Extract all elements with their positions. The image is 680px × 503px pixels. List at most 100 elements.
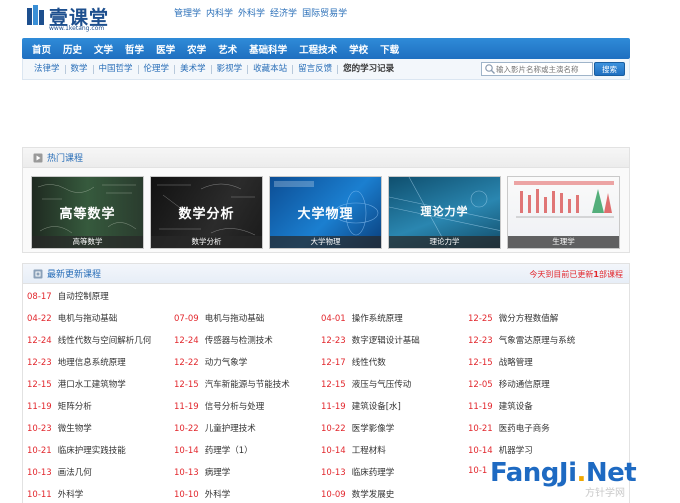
course-title: 液压与气压传动 <box>351 380 412 390</box>
course-item[interactable]: 12-25 微分方程数值解 <box>468 312 615 334</box>
hot-course-card[interactable]: 理论力学 理论力学 <box>388 176 501 249</box>
course-item[interactable]: 07-09 电机与拖动基础 <box>174 312 321 334</box>
top-link-international-trade[interactable]: 国际贸易学 <box>302 6 347 19</box>
main-nav: 首页 历史 文学 哲学 医学 农学 艺术 基础科学 工程技术 学校 下载 <box>22 38 630 59</box>
course-item[interactable]: 12-15 汽车新能源与节能技术 <box>174 378 321 400</box>
course-title: 病理学 <box>204 468 231 478</box>
course-title: 数字逻辑设计基础 <box>351 336 420 346</box>
subnav-law[interactable]: 法律学 <box>29 64 66 74</box>
course-date: 10-14 <box>468 446 493 456</box>
course-item[interactable]: 10-22 儿童护理技术 <box>174 422 321 444</box>
subnav-bookmark[interactable]: 收藏本站 <box>248 64 294 74</box>
course-item[interactable]: 10-14 工程材料 <box>321 444 468 466</box>
course-title: 电机与拖动基础 <box>57 314 118 324</box>
nav-download[interactable]: 下载 <box>374 42 405 56</box>
subnav-math[interactable]: 数学 <box>66 64 94 74</box>
latest-featured-item[interactable]: 08-17 自动控制原理 <box>27 290 109 302</box>
course-item[interactable]: 11-19 建筑设备[水] <box>321 400 468 422</box>
course-title: 操作系统原理 <box>351 314 403 324</box>
course-item[interactable]: 12-05 移动通信原理 <box>468 378 615 400</box>
course-item[interactable]: 10-10 外科学 <box>174 488 321 503</box>
course-item[interactable]: 12-15 港口水工建筑物学 <box>27 378 174 400</box>
course-item[interactable]: 10-22 医学影像学 <box>321 422 468 444</box>
hot-courses-title[interactable]: 热门课程 <box>47 151 83 164</box>
hot-course-card[interactable]: 高等数学 高等数学 <box>31 176 144 249</box>
course-item[interactable]: 10-13 画法几何 <box>27 466 174 488</box>
nav-history[interactable]: 历史 <box>57 42 88 56</box>
course-item[interactable]: 10-21 临床护理实践技能 <box>27 444 174 466</box>
hot-course-image-title: 大学物理 <box>297 207 354 222</box>
course-item[interactable]: 12-24 传感器与检测技术 <box>174 334 321 356</box>
course-date: 10-13 <box>321 468 346 478</box>
course-item[interactable]: 10-09 数学发展史 <box>321 488 468 503</box>
search-input[interactable] <box>496 64 592 74</box>
course-date: 11-19 <box>27 402 52 412</box>
logo-book-icon <box>27 5 44 25</box>
subnav-feedback[interactable]: 留言反馈 <box>293 64 339 74</box>
course-item[interactable]: 12-23 气象雷达原理与系统 <box>468 334 615 356</box>
course-item[interactable]: 12-17 线性代数 <box>321 356 468 378</box>
nav-schools[interactable]: 学校 <box>343 42 374 56</box>
course-item[interactable]: 10-14 药理学（1） <box>174 444 321 466</box>
search-button[interactable]: 搜索 <box>594 62 625 76</box>
subnav-ethics[interactable]: 伦理学 <box>139 64 176 74</box>
course-item[interactable]: 11-19 建筑设备 <box>468 400 615 422</box>
hot-course-card[interactable]: 数学分析 数学分析 <box>150 176 263 249</box>
subnav-chinese-philosophy[interactable]: 中国哲学 <box>94 64 139 74</box>
course-date: 10-14 <box>174 446 199 456</box>
course-title: 信号分析与处理 <box>204 402 265 412</box>
course-item[interactable]: 12-23 数字逻辑设计基础 <box>321 334 468 356</box>
nav-literature[interactable]: 文学 <box>88 42 119 56</box>
course-item[interactable]: 12-23 地理信息系统原理 <box>27 356 174 378</box>
course-date: 10-22 <box>321 424 346 434</box>
course-item[interactable]: 12-22 动力气象学 <box>174 356 321 378</box>
nav-art[interactable]: 艺术 <box>212 42 243 56</box>
course-item[interactable]: 10-13 临床药理学 <box>321 466 468 488</box>
course-title: 数学发展史 <box>351 490 395 500</box>
course-date: 10-11 <box>27 490 52 500</box>
course-item[interactable]: 10-13 病理学 <box>174 466 321 488</box>
course-item[interactable]: 11-19 信号分析与处理 <box>174 400 321 422</box>
logo-url: www.1ketang.com <box>49 25 105 32</box>
course-date: 04-22 <box>27 314 52 324</box>
top-link-internal-medicine[interactable]: 内科学 <box>206 6 233 19</box>
nav-home[interactable]: 首页 <box>26 42 57 56</box>
hot-course-card[interactable]: 生理学 <box>507 176 620 249</box>
course-date: 10-21 <box>468 424 493 434</box>
hot-course-caption: 生理学 <box>508 236 619 248</box>
nav-basic-science[interactable]: 基础科学 <box>243 42 293 56</box>
watermark-text-a: FangJi <box>490 458 577 488</box>
subnav-film[interactable]: 影视学 <box>212 64 249 74</box>
top-link-surgery[interactable]: 外科学 <box>238 6 265 19</box>
nav-agriculture[interactable]: 农学 <box>181 42 212 56</box>
course-item[interactable]: 11-19 矩阵分析 <box>27 400 174 422</box>
top-link-economics[interactable]: 经济学 <box>270 6 297 19</box>
nav-engineering[interactable]: 工程技术 <box>293 42 343 56</box>
nav-medicine[interactable]: 医学 <box>150 42 181 56</box>
course-item[interactable]: 10-23 微生物学 <box>27 422 174 444</box>
nav-philosophy[interactable]: 哲学 <box>119 42 150 56</box>
hot-courses-header: 热门课程 <box>23 148 629 168</box>
course-title: 工程材料 <box>351 446 386 456</box>
top-link-management[interactable]: 管理学 <box>174 6 201 19</box>
site-logo[interactable]: 壹课堂 www.1ketang.com <box>27 3 147 33</box>
course-item[interactable]: 12-24 线性代数与空间解析几何 <box>27 334 174 356</box>
course-item[interactable]: 12-15 战略管理 <box>468 356 615 378</box>
hot-course-card[interactable]: 大学物理 大学物理 <box>269 176 382 249</box>
course-date: 12-15 <box>321 380 346 390</box>
course-date: 12-25 <box>468 314 493 324</box>
course-item[interactable]: 04-01 操作系统原理 <box>321 312 468 334</box>
hot-courses-panel: 热门课程 高等数学 高等数学 数学分析 数学分析 大学物理 大学物理 理论力学 … <box>22 147 630 253</box>
watermark-subtext: 方针学网 <box>585 488 625 499</box>
course-item[interactable]: 12-15 液压与气压传动 <box>321 378 468 400</box>
course-title: 建筑设备[水] <box>351 402 401 412</box>
course-date: 10-1 <box>468 466 488 476</box>
course-title: 气象雷达原理与系统 <box>498 336 576 346</box>
course-item[interactable]: 10-11 外科学 <box>27 488 174 503</box>
latest-courses-title[interactable]: 最新更新课程 <box>47 267 101 280</box>
update-note-suffix: 部课程 <box>599 270 623 279</box>
subnav-fine-arts[interactable]: 美术学 <box>175 64 212 74</box>
course-item[interactable]: 10-21 医药电子商务 <box>468 422 615 444</box>
subnav-learning-history[interactable]: 您的学习记录 <box>338 64 399 74</box>
course-item[interactable]: 04-22 电机与拖动基础 <box>27 312 174 334</box>
